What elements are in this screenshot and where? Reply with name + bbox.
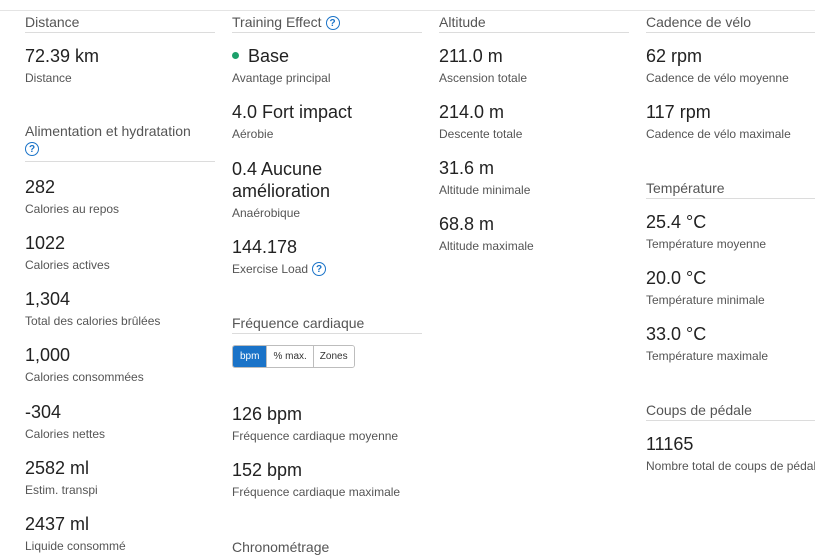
avg-heart-rate-value: 126 bpm (232, 404, 303, 424)
section-header-heart-rate: Fréquence cardiaque (232, 314, 422, 334)
net-calories-label: Calories nettes (25, 427, 106, 441)
distance-label: Distance (25, 71, 72, 85)
consumed-calories-value: 1,000 (25, 345, 71, 365)
fluid-consumed-value: 2437 ml (25, 514, 90, 534)
resting-calories-label: Calories au repos (25, 202, 120, 216)
pedal-strokes-label: Nombre total de coups de pédale (646, 459, 815, 473)
avg-cadence-label: Cadence de vélo moyenne (646, 71, 789, 85)
max-cadence-value: 117 rpm (646, 102, 711, 122)
total-descent-value: 214.0 m (439, 102, 505, 122)
max-temperature-value: 33.0 °C (646, 324, 707, 344)
nutrition-title: Alimentation et hydratation (25, 123, 191, 139)
training-effect-title: Training Effect (232, 14, 322, 30)
section-header-altitude: Altitude (439, 13, 629, 33)
exercise-load-label: Exercise Load? (232, 262, 327, 276)
section-header-timing: Chronométrage (232, 539, 330, 555)
aerobic-value: 4.0 Fort impact (232, 102, 353, 122)
primary-benefit-text: Base (248, 46, 290, 66)
max-heart-rate-value: 152 bpm (232, 460, 303, 480)
anaerobic-label: Anaérobique (232, 206, 301, 220)
avg-temperature-value: 25.4 °C (646, 212, 707, 232)
help-icon[interactable]: ? (325, 16, 340, 30)
avg-temperature-label: Température moyenne (646, 237, 767, 251)
min-temperature-label: Température minimale (646, 293, 765, 307)
max-altitude-label: Altitude maximale (439, 239, 534, 253)
section-header-distance: Distance (25, 13, 215, 33)
total-descent-label: Descente totale (439, 127, 523, 141)
active-calories-label: Calories actives (25, 258, 110, 272)
exercise-load-value: 144.178 (232, 237, 298, 257)
aerobic-label: Aérobie (232, 127, 274, 141)
toggle-zones[interactable]: Zones (312, 346, 354, 367)
anaerobic-value-line1: 0.4 Aucune (232, 159, 323, 179)
total-ascent-value: 211.0 m (439, 46, 503, 66)
help-icon[interactable]: ? (312, 262, 327, 276)
min-altitude-value: 31.6 m (439, 158, 495, 178)
avg-heart-rate-label: Fréquence cardiaque moyenne (232, 429, 399, 443)
max-temperature-label: Température maximale (646, 349, 769, 363)
column-cadence-temperature: Cadence de vélo 62 rpm Cadence de vélo m… (646, 0, 815, 548)
section-header-pedal-strokes: Coups de pédale (646, 401, 815, 421)
consumed-calories-label: Calories consommées (25, 370, 144, 384)
max-cadence-label: Cadence de vélo maximale (646, 127, 791, 141)
section-header-temperature: Température (646, 179, 815, 199)
min-temperature-value: 20.0 °C (646, 268, 707, 288)
status-dot-icon (232, 52, 239, 59)
section-header-nutrition: Alimentation et hydratation ? (25, 123, 215, 162)
pedal-strokes-value: 11165 (646, 434, 694, 454)
exercise-load-text: Exercise Load (232, 262, 309, 276)
active-calories-value: 1022 (25, 233, 66, 253)
sweat-estimate-label: Estim. transpi (25, 483, 98, 497)
anaerobic-value-line2: amélioration (232, 181, 331, 201)
heart-rate-unit-toggle: bpm % max. Zones (232, 345, 355, 368)
section-header-cadence: Cadence de vélo (646, 13, 815, 33)
toggle-percent-max[interactable]: % max. (266, 346, 313, 367)
resting-calories-value: 282 (25, 177, 56, 197)
max-altitude-value: 68.8 m (439, 214, 495, 234)
toggle-bpm[interactable]: bpm (233, 346, 267, 367)
min-altitude-label: Altitude minimale (439, 183, 531, 197)
avg-cadence-value: 62 rpm (646, 46, 703, 66)
max-heart-rate-label: Fréquence cardiaque maximale (232, 485, 401, 499)
help-icon[interactable]: ? (25, 142, 39, 156)
sweat-estimate-value: 2582 ml (25, 458, 90, 478)
net-calories-value: -304 (25, 402, 62, 422)
total-calories-label: Total des calories brûlées (25, 314, 161, 328)
fluid-consumed-label: Liquide consommé (25, 539, 126, 553)
total-calories-value: 1,304 (25, 289, 71, 309)
primary-benefit-label: Avantage principal (232, 71, 331, 85)
distance-value: 72.39 km (25, 46, 100, 66)
total-ascent-label: Ascension totale (439, 71, 528, 85)
section-header-training-effect: Training Effect? (232, 13, 422, 33)
primary-benefit-value: Base (232, 45, 289, 67)
